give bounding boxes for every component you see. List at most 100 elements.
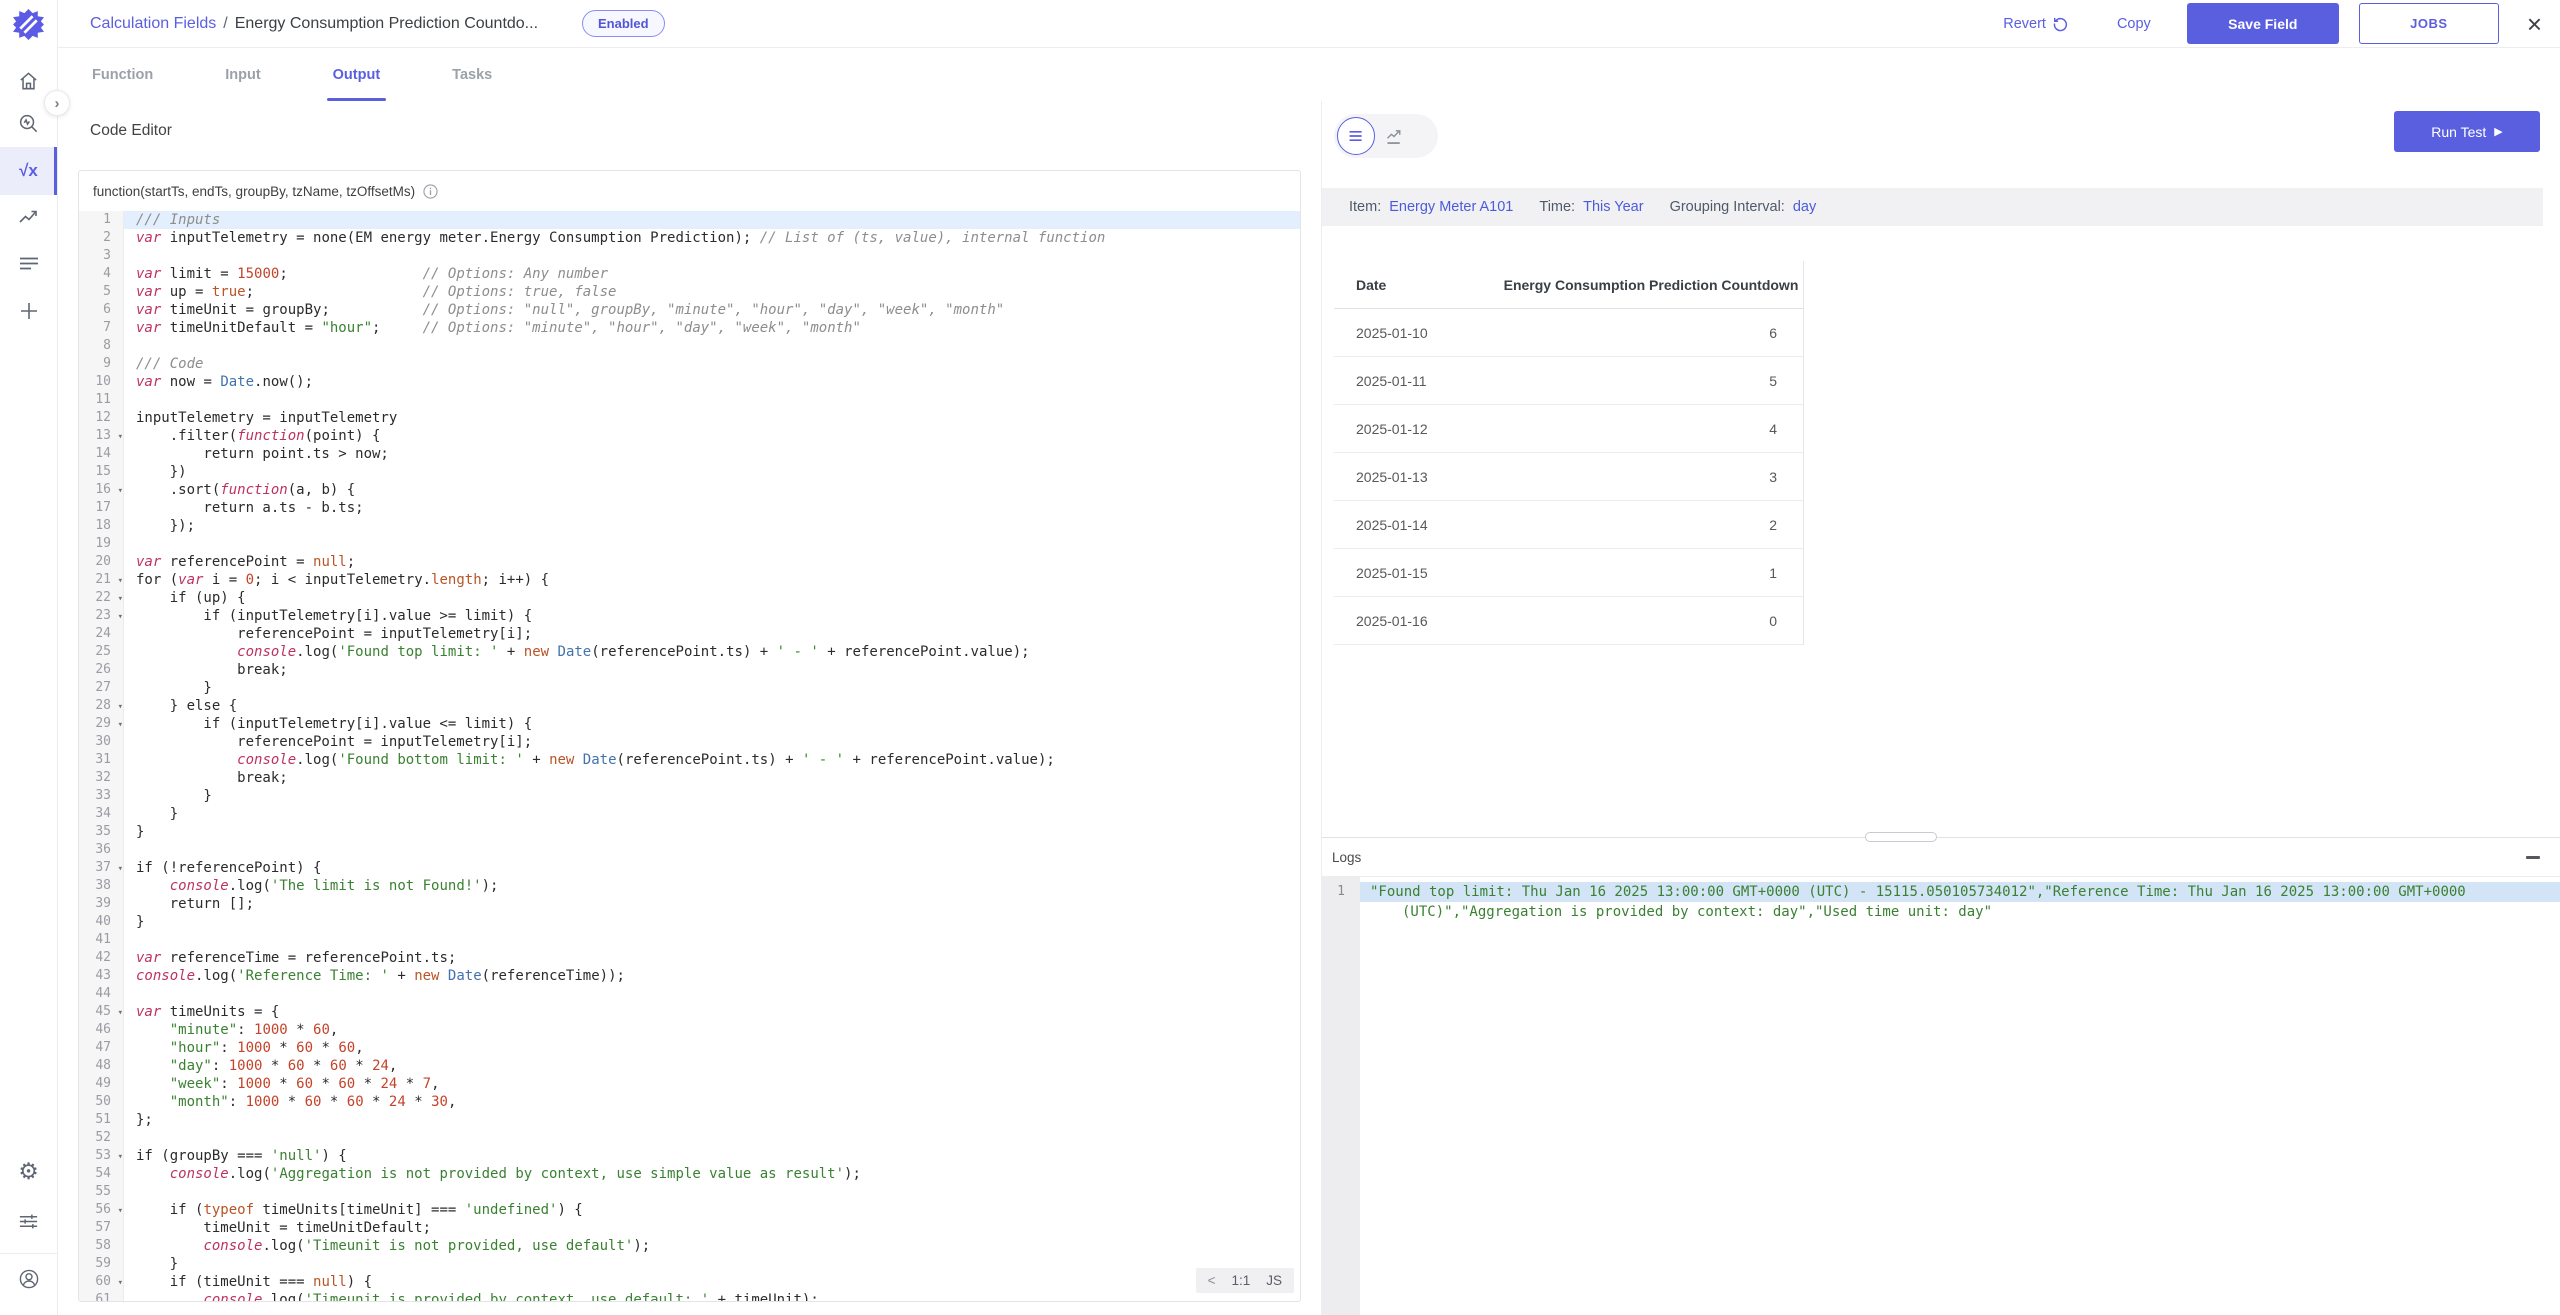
logs-resize-handle[interactable] [1865, 832, 1937, 842]
jobs-button[interactable]: JOBS [2359, 3, 2499, 44]
tab-tasks[interactable]: Tasks [452, 48, 492, 101]
code-line-60[interactable]: 60▾ if (timeUnit === null) { [79, 1273, 1300, 1291]
info-icon[interactable] [423, 184, 438, 199]
code-line-2[interactable]: 2var inputTelemetry = none(EM energy met… [79, 229, 1300, 247]
sidebar-expand-chevron-icon[interactable]: › [44, 90, 70, 116]
revert-button[interactable]: Revert [2003, 15, 2069, 32]
fold-arrow-icon[interactable]: ▾ [118, 608, 123, 626]
fold-arrow-icon[interactable]: ▾ [118, 482, 123, 500]
code-line-11[interactable]: 11 [79, 391, 1300, 409]
code-line-32[interactable]: 32 break; [79, 769, 1300, 787]
code-line-42[interactable]: 42var referenceTime = referencePoint.ts; [79, 949, 1300, 967]
fold-arrow-icon[interactable]: ▾ [118, 860, 123, 878]
code-editor[interactable]: function(startTs, endTs, groupBy, tzName… [78, 170, 1301, 1302]
code-line-23[interactable]: 23▾ if (inputTelemetry[i].value >= limit… [79, 607, 1300, 625]
code-line-24[interactable]: 24 referencePoint = inputTelemetry[i]; [79, 625, 1300, 643]
code-line-40[interactable]: 40} [79, 913, 1300, 931]
code-line-19[interactable]: 19 [79, 535, 1300, 553]
settings-gear-icon[interactable]: ⚙ [0, 1158, 57, 1184]
code-line-13[interactable]: 13▾ .filter(function(point) { [79, 427, 1300, 445]
search-icon[interactable] [0, 110, 57, 136]
tab-output[interactable]: Output [333, 48, 381, 101]
code-line-15[interactable]: 15 }) [79, 463, 1300, 481]
fold-arrow-icon[interactable]: ▾ [118, 1148, 123, 1166]
code-line-59[interactable]: 59 } [79, 1255, 1300, 1273]
code-line-56[interactable]: 56▾ if (typeof timeUnits[timeUnit] === '… [79, 1201, 1300, 1219]
code-line-6[interactable]: 6var timeUnit = groupBy; // Options: "nu… [79, 301, 1300, 319]
code-line-34[interactable]: 34 } [79, 805, 1300, 823]
code-line-44[interactable]: 44 [79, 985, 1300, 1003]
user-profile-icon[interactable] [0, 1266, 57, 1292]
code-line-52[interactable]: 52 [79, 1129, 1300, 1147]
tab-input[interactable]: Input [225, 48, 260, 101]
code-line-39[interactable]: 39 return []; [79, 895, 1300, 913]
code-line-47[interactable]: 47 "hour": 1000 * 60 * 60, [79, 1039, 1300, 1057]
code-line-61[interactable]: 61 console.log('Timeunit is provided by … [79, 1291, 1300, 1302]
code-line-46[interactable]: 46 "minute": 1000 * 60, [79, 1021, 1300, 1039]
logs-collapse-icon[interactable] [2526, 856, 2540, 859]
code-line-9[interactable]: 9/// Code [79, 355, 1300, 373]
item-value-link[interactable]: Energy Meter A101 [1389, 199, 1513, 215]
tab-function[interactable]: Function [92, 48, 153, 101]
code-line-16[interactable]: 16▾ .sort(function(a, b) { [79, 481, 1300, 499]
home-icon[interactable] [0, 68, 57, 94]
code-line-20[interactable]: 20var referencePoint = null; [79, 553, 1300, 571]
fold-arrow-icon[interactable]: ▾ [118, 1004, 123, 1022]
code-line-26[interactable]: 26 break; [79, 661, 1300, 679]
fold-arrow-icon[interactable]: ▾ [118, 698, 123, 716]
code-line-30[interactable]: 30 referencePoint = inputTelemetry[i]; [79, 733, 1300, 751]
fold-arrow-icon[interactable]: ▾ [118, 428, 123, 446]
code-line-18[interactable]: 18 }); [79, 517, 1300, 535]
code-line-3[interactable]: 3 [79, 247, 1300, 265]
code-line-29[interactable]: 29▾ if (inputTelemetry[i].value <= limit… [79, 715, 1300, 733]
code-line-17[interactable]: 17 return a.ts - b.ts; [79, 499, 1300, 517]
code-line-36[interactable]: 36 [79, 841, 1300, 859]
code-line-14[interactable]: 14 return point.ts > now; [79, 445, 1300, 463]
code-line-27[interactable]: 27 } [79, 679, 1300, 697]
trend-chart-icon[interactable] [0, 204, 57, 230]
fold-arrow-icon[interactable]: ▾ [118, 1274, 123, 1292]
code-line-21[interactable]: 21▾for (var i = 0; i < inputTelemetry.le… [79, 571, 1300, 589]
code-line-1[interactable]: 1/// Inputs [79, 211, 1300, 229]
code-line-4[interactable]: 4var limit = 15000; // Options: Any numb… [79, 265, 1300, 283]
grouping-interval-value-link[interactable]: day [1793, 199, 1816, 215]
code-line-45[interactable]: 45▾var timeUnits = { [79, 1003, 1300, 1021]
copy-button[interactable]: Copy [2117, 16, 2151, 32]
code-line-51[interactable]: 51}; [79, 1111, 1300, 1129]
code-line-49[interactable]: 49 "week": 1000 * 60 * 60 * 24 * 7, [79, 1075, 1300, 1093]
code-line-35[interactable]: 35} [79, 823, 1300, 841]
code-line-43[interactable]: 43console.log('Reference Time: ' + new D… [79, 967, 1300, 985]
status-collapse-icon[interactable]: < [1208, 1273, 1216, 1288]
code-line-55[interactable]: 55 [79, 1183, 1300, 1201]
close-icon[interactable]: × [2527, 11, 2542, 37]
code-line-38[interactable]: 38 console.log('The limit is not Found!'… [79, 877, 1300, 895]
chart-view-toggle[interactable] [1375, 117, 1413, 155]
code-line-7[interactable]: 7var timeUnitDefault = "hour"; // Option… [79, 319, 1300, 337]
status-badge[interactable]: Enabled [582, 10, 665, 37]
fold-arrow-icon[interactable]: ▾ [118, 1202, 123, 1220]
add-icon[interactable] [0, 298, 57, 324]
code-line-41[interactable]: 41 [79, 931, 1300, 949]
code-line-22[interactable]: 22▾ if (up) { [79, 589, 1300, 607]
code-line-48[interactable]: 48 "day": 1000 * 60 * 60 * 24, [79, 1057, 1300, 1075]
fold-arrow-icon[interactable]: ▾ [118, 590, 123, 608]
list-icon[interactable] [0, 250, 57, 276]
breadcrumb-section-link[interactable]: Calculation Fields [90, 15, 216, 33]
run-test-button[interactable]: Run Test ▶ [2394, 111, 2540, 152]
time-value-link[interactable]: This Year [1583, 199, 1643, 215]
code-line-12[interactable]: 12inputTelemetry = inputTelemetry [79, 409, 1300, 427]
save-field-button[interactable]: Save Field [2187, 3, 2339, 44]
code-line-50[interactable]: 50 "month": 1000 * 60 * 60 * 24 * 30, [79, 1093, 1300, 1111]
app-logo-icon[interactable] [12, 8, 45, 41]
fold-arrow-icon[interactable]: ▾ [118, 572, 123, 590]
code-line-5[interactable]: 5var up = true; // Options: true, false [79, 283, 1300, 301]
code-lines[interactable]: 1/// Inputs2var inputTelemetry = none(EM… [79, 211, 1300, 1302]
code-line-25[interactable]: 25 console.log('Found top limit: ' + new… [79, 643, 1300, 661]
code-line-28[interactable]: 28▾ } else { [79, 697, 1300, 715]
code-line-37[interactable]: 37▾if (!referencePoint) { [79, 859, 1300, 877]
code-line-8[interactable]: 8 [79, 337, 1300, 355]
code-line-58[interactable]: 58 console.log('Timeunit is not provided… [79, 1237, 1300, 1255]
code-line-57[interactable]: 57 timeUnit = timeUnitDefault; [79, 1219, 1300, 1237]
sidebar-item-calculated-fields[interactable]: √x [0, 147, 57, 195]
preferences-sliders-icon[interactable] [0, 1208, 57, 1234]
